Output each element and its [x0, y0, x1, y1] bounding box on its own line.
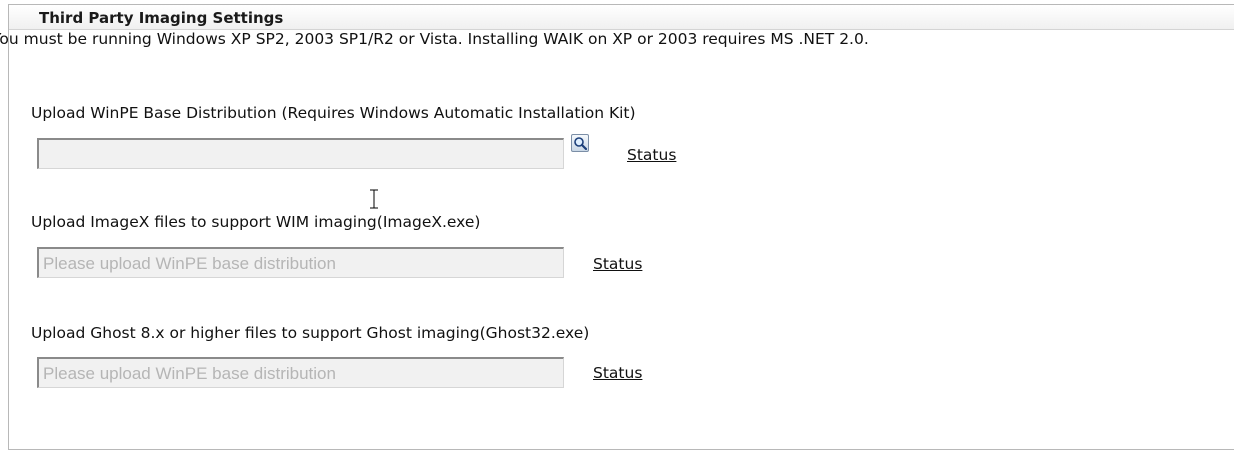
imagex-file-input[interactable]: Please upload WinPE base distribution	[37, 247, 564, 278]
winpe-browse-button[interactable]	[571, 134, 589, 152]
magnifier-icon	[574, 137, 587, 150]
imagex-upload-label: Upload ImageX files to support WIM imagi…	[31, 213, 481, 231]
winpe-upload-label: Upload WinPE Base Distribution (Requires…	[31, 104, 636, 122]
ghost-status-link[interactable]: Status	[593, 364, 642, 382]
ghost-file-input[interactable]: Please upload WinPE base distribution	[37, 357, 564, 388]
imagex-status-link[interactable]: Status	[593, 255, 642, 273]
panel-title: Third Party Imaging Settings	[39, 9, 284, 27]
panel-header: Third Party Imaging Settings	[9, 5, 1234, 30]
winpe-file-input[interactable]	[37, 138, 564, 169]
ghost-upload-label: Upload Ghost 8.x or higher files to supp…	[31, 324, 590, 342]
winpe-status-link[interactable]: Status	[627, 146, 676, 164]
requirements-notice: You must be running Windows XP SP2, 2003…	[0, 30, 869, 48]
